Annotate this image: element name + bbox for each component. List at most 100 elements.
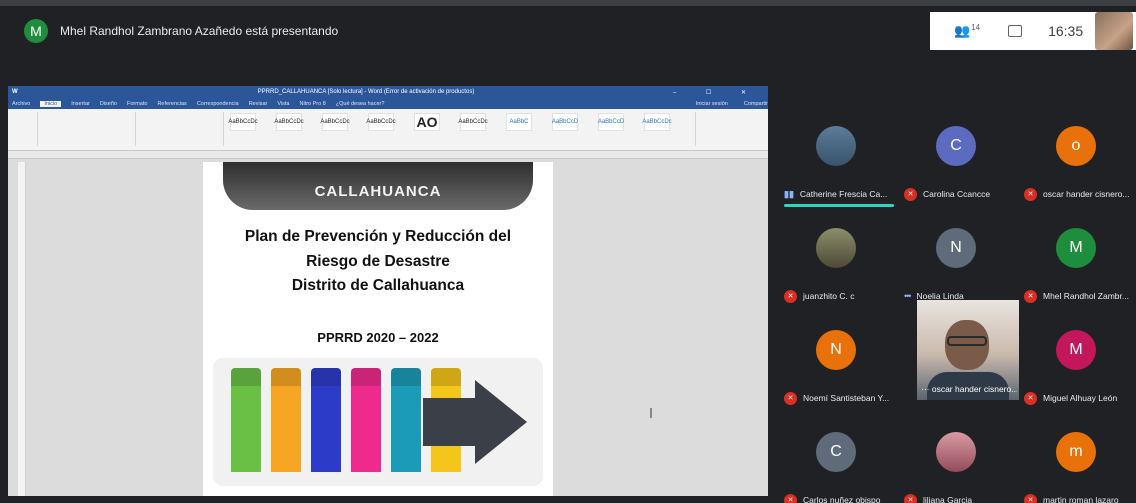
word-tab[interactable]: Vista bbox=[277, 101, 289, 107]
participant-tile[interactable]: C ✕ Carlos nuñez obispo bbox=[778, 424, 894, 503]
mic-off-icon: ✕ bbox=[904, 493, 917, 503]
participant-tile[interactable]: m ✕ martin roman lazaro bbox=[1018, 424, 1134, 503]
paragraph-group bbox=[136, 112, 224, 146]
word-icon: W bbox=[12, 89, 18, 95]
word-tab[interactable]: Referencias bbox=[157, 101, 186, 107]
word-ribbon-tabs: Archivo Inicio Insertar Diseño Formato Refere… bbox=[8, 98, 768, 109]
participant-name: Miguel Alhuay León bbox=[1043, 393, 1118, 403]
participant-video-tile[interactable]: ··· oscar hander cisnero... bbox=[917, 300, 1019, 400]
style-gallery-item[interactable]: AaBbCcDc bbox=[228, 113, 258, 131]
style-gallery-item[interactable]: AO bbox=[414, 113, 440, 131]
participant-avatar bbox=[816, 228, 856, 268]
document-years: PPRRD 2020 – 2022 bbox=[317, 330, 439, 345]
document-page[interactable]: CALLAHUANCA Plan de Prevención y Reducci… bbox=[203, 162, 553, 496]
meeting-toolbar: 👥 14 16:35 bbox=[930, 12, 1136, 50]
mic-off-icon: ✕ bbox=[784, 289, 797, 303]
video-person-glasses bbox=[947, 336, 987, 346]
word-titlebar: W PPRRD_CALLAHUANCA [Solo lectura] - Wor… bbox=[8, 86, 768, 98]
word-share[interactable]: Compartir bbox=[744, 101, 768, 107]
word-tab[interactable]: Inicio bbox=[40, 100, 62, 107]
participant-avatar: C bbox=[816, 432, 856, 472]
meet-window: M Mhel Randhol Zambrano Azañedo está pre… bbox=[0, 0, 1136, 503]
participant-avatar: C bbox=[936, 126, 976, 166]
people-count: 14 bbox=[971, 23, 981, 32]
participant-name-row: ✕ juanzhito C. c bbox=[784, 289, 908, 303]
participant-tile[interactable]: N ✕ Noemí Santisteban Y... bbox=[778, 322, 894, 422]
style-gallery-item[interactable]: AaBbCcD bbox=[552, 113, 578, 131]
participant-name-row: ✕ martin roman lazaro bbox=[1024, 493, 1136, 503]
participant-name-row: ✕ Miguel Alhuay León bbox=[1024, 391, 1136, 405]
participant-tile[interactable]: M ✕ Mhel Randhol Zambr... bbox=[1018, 220, 1134, 320]
font-group bbox=[38, 112, 136, 146]
word-tab[interactable]: Nitro Pro 8 bbox=[300, 101, 326, 107]
participant-tile[interactable]: ▮▮ Catherine Frescia Ca... bbox=[778, 118, 894, 218]
participant-name: Noemí Santisteban Y... bbox=[803, 393, 890, 403]
participant-avatar: N bbox=[816, 330, 856, 370]
infographic-arrow-head bbox=[475, 380, 527, 464]
mic-off-icon: ✕ bbox=[1024, 289, 1037, 303]
participant-tile[interactable]: C ✕ Carolina Ccancce bbox=[898, 118, 1014, 218]
logo-text: CALLAHUANCA bbox=[314, 183, 442, 200]
process-infographic bbox=[213, 358, 543, 486]
mic-off-icon: ✕ bbox=[784, 391, 797, 405]
speaking-indicator-icon: ▮▮ bbox=[784, 188, 794, 199]
word-tab[interactable]: Diseño bbox=[100, 101, 117, 107]
document-title-line-2: Riesgo de Desastre bbox=[306, 253, 450, 270]
text-cursor bbox=[650, 408, 652, 418]
people-button[interactable]: 👥 14 bbox=[954, 23, 980, 39]
participant-name: ··· oscar hander cisnero... bbox=[921, 384, 1017, 394]
participant-name: juanzhito C. c bbox=[803, 291, 855, 301]
word-document-title: PPRRD_CALLAHUANCA [Solo lectura] - Word … bbox=[257, 89, 475, 95]
word-account[interactable]: Iniciar sesión bbox=[696, 101, 728, 107]
infographic-step bbox=[271, 368, 301, 472]
window-controls[interactable]: – ☐ ✕ bbox=[673, 89, 760, 96]
mic-off-icon: ✕ bbox=[1024, 187, 1037, 201]
horizontal-ruler bbox=[8, 151, 768, 159]
style-gallery-item[interactable]: AaBbCcDc bbox=[458, 113, 488, 131]
infographic-step bbox=[351, 368, 381, 472]
word-tab[interactable]: Correspondencia bbox=[197, 101, 239, 107]
presenter-avatar: M bbox=[24, 19, 48, 43]
mic-off-icon: ✕ bbox=[784, 493, 797, 503]
people-icon: 👥 bbox=[954, 23, 971, 38]
shared-screen: W PPRRD_CALLAHUANCA [Solo lectura] - Wor… bbox=[8, 86, 768, 496]
municipality-logo: CALLAHUANCA bbox=[223, 162, 533, 210]
infographic-step bbox=[391, 368, 421, 472]
participant-name: martin roman lazaro bbox=[1043, 495, 1119, 503]
presenter-label: Mhel Randhol Zambrano Azañedo está prese… bbox=[60, 24, 339, 38]
style-gallery-item[interactable]: AaBbCcDc bbox=[366, 113, 396, 131]
style-gallery-item[interactable]: AaBbCcDc bbox=[642, 113, 672, 131]
participant-tile[interactable]: M ✕ Miguel Alhuay León bbox=[1018, 322, 1134, 422]
word-tab[interactable]: Formato bbox=[127, 101, 147, 107]
word-tab[interactable]: Archivo bbox=[12, 101, 30, 107]
infographic-arrow-band bbox=[423, 398, 479, 446]
vertical-ruler bbox=[18, 162, 26, 496]
self-view-thumbnail[interactable] bbox=[1095, 12, 1134, 50]
participant-name: Carolina Ccancce bbox=[923, 189, 991, 199]
meeting-clock: 16:35 bbox=[1048, 23, 1084, 39]
word-tab[interactable]: Revisar bbox=[249, 101, 268, 107]
participant-name-row: ✕ Carlos nuñez obispo bbox=[784, 493, 908, 503]
participant-avatar bbox=[816, 126, 856, 166]
participant-avatar: m bbox=[1056, 432, 1096, 472]
word-tab[interactable]: ¿Qué desea hacer? bbox=[336, 101, 385, 107]
participant-name: oscar hander cisnero... bbox=[1043, 189, 1130, 199]
word-tab[interactable]: Insertar bbox=[71, 101, 90, 107]
chat-icon[interactable] bbox=[1008, 25, 1023, 37]
style-gallery-item[interactable]: AaBbCcDc bbox=[274, 113, 304, 131]
participant-name-row: ✕ oscar hander cisnero... bbox=[1024, 187, 1136, 201]
style-gallery-item[interactable]: AaBbCcDc bbox=[320, 113, 350, 131]
participant-name-row: ▮▮ Catherine Frescia Ca... bbox=[784, 187, 908, 201]
participant-avatar: M bbox=[1056, 228, 1096, 268]
participant-tile[interactable]: ✕ liliana Garcia bbox=[898, 424, 1014, 503]
participant-tile[interactable]: ✕ juanzhito C. c bbox=[778, 220, 894, 320]
infographic-step bbox=[231, 368, 261, 472]
style-gallery-item[interactable]: AaBbC bbox=[506, 113, 532, 131]
participant-name-row: ✕ Noemí Santisteban Y... bbox=[784, 391, 908, 405]
style-gallery-item[interactable]: AaBbCcD bbox=[598, 113, 624, 131]
participant-tile[interactable]: o ✕ oscar hander cisnero... bbox=[1018, 118, 1134, 218]
participant-avatar bbox=[936, 432, 976, 472]
mic-off-icon: ✕ bbox=[904, 187, 917, 201]
participant-name: liliana Garcia bbox=[923, 495, 973, 503]
audio-level-icon: ••• bbox=[904, 291, 912, 301]
